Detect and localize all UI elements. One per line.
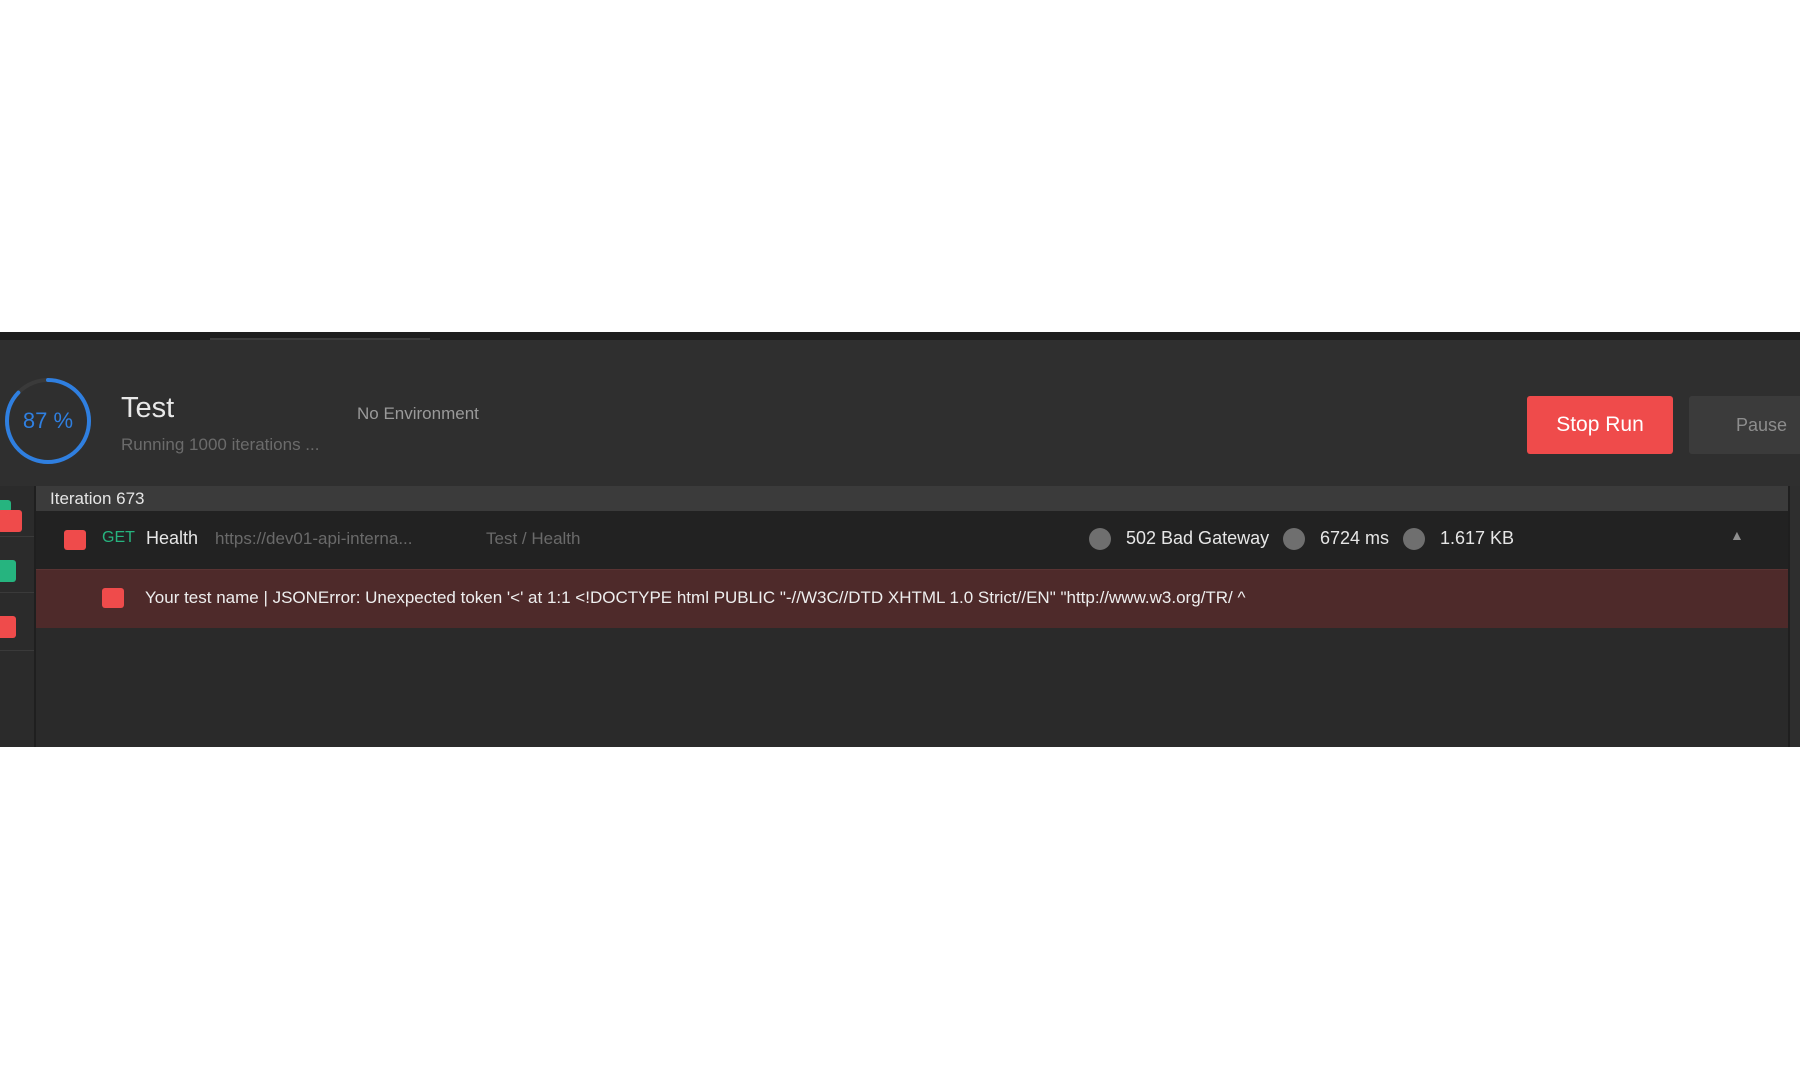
fail-marker[interactable] <box>0 510 22 532</box>
collapse-caret-icon[interactable]: ▲ <box>1730 527 1744 543</box>
status-dot-icon <box>1089 528 1111 550</box>
request-url: https://dev01-api-interna... <box>215 529 413 548</box>
empty-results-area <box>36 628 1788 747</box>
results-panel: Iteration 673 GET Health https://dev01-a… <box>36 486 1788 747</box>
top-strip <box>0 332 1800 340</box>
test-result-message: Your test name | JSONError: Unexpected t… <box>145 588 1246 607</box>
pass-marker[interactable] <box>0 560 16 582</box>
response-time: 6724 ms <box>1320 528 1390 548</box>
iteration-header: Iteration 673 <box>36 486 1788 511</box>
request-method: GET <box>102 529 135 546</box>
response-size: 1.617 KB <box>1440 528 1515 548</box>
collection-runner: 87 % Test Running 1000 iterations ... No… <box>0 332 1800 747</box>
progress-label: 87 % <box>22 408 74 433</box>
sidebar-divider <box>0 650 34 651</box>
progress-ring: 87 % <box>3 376 93 466</box>
run-title: Test <box>121 392 175 424</box>
request-row[interactable]: GET Health https://dev01-api-interna... … <box>36 511 1788 569</box>
request-name: Health <box>146 528 199 548</box>
sidebar-divider <box>0 592 34 593</box>
time-dot-icon <box>1283 528 1305 550</box>
response-status: 502 Bad Gateway <box>1126 528 1270 548</box>
environment-label: No Environment <box>357 404 479 423</box>
run-subtitle: Running 1000 iterations ... <box>121 435 320 454</box>
pause-button[interactable]: Pause <box>1689 396 1800 454</box>
request-path: Test / Health <box>486 529 581 548</box>
scrollbar-track[interactable] <box>1788 486 1800 747</box>
fail-status-icon <box>64 530 86 550</box>
iteration-label: Iteration 673 <box>50 489 145 508</box>
test-result-row: Your test name | JSONError: Unexpected t… <box>36 569 1788 628</box>
stop-run-button[interactable]: Stop Run <box>1527 396 1673 454</box>
fail-status-icon <box>102 588 124 608</box>
sidebar-divider <box>0 536 34 537</box>
iteration-sidebar <box>0 486 36 747</box>
size-dot-icon <box>1403 528 1425 550</box>
run-header: 87 % Test Running 1000 iterations ... No… <box>0 340 1800 486</box>
fail-marker[interactable] <box>0 616 16 638</box>
